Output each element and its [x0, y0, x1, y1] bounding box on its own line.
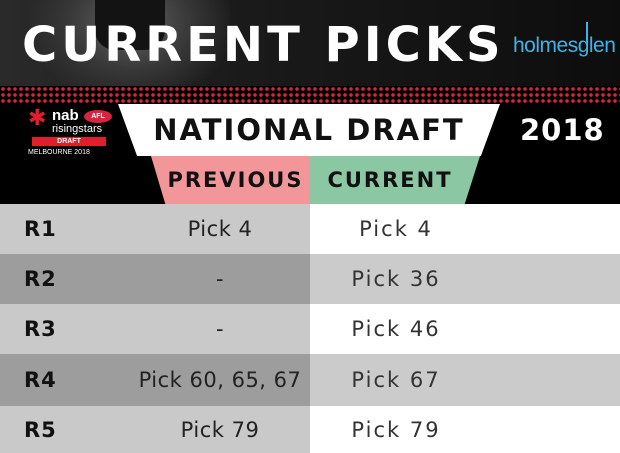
table-row: R2 - Pick 36: [0, 254, 620, 304]
graphic-canvas: CURRENT PICKS holmesglen ✱ nab AFL risin…: [0, 0, 620, 453]
table-row: R5 Pick 79 Pick 79: [0, 406, 620, 453]
header: CURRENT PICKS holmesglen: [0, 0, 620, 88]
star-icon: ✱: [28, 106, 47, 131]
logo-location: MELBOURNE 2018: [28, 149, 90, 156]
draft-logo: ✱ nab AFL risingstars DRAFT MELBOURNE 20…: [22, 106, 114, 158]
table-row: R1 Pick 4 Pick 4: [0, 204, 620, 254]
round-label: R2: [24, 267, 57, 291]
round-label: R3: [24, 317, 57, 341]
brand-mark-icon: [586, 22, 588, 42]
current-pick: Pick 36: [351, 267, 441, 291]
previous-pick: -: [215, 267, 225, 291]
logo-afl: AFL: [84, 110, 112, 123]
logo-risingstars: risingstars: [52, 123, 103, 135]
current-pick: Pick 79: [351, 417, 441, 442]
current-pick: Pick 46: [351, 317, 441, 341]
round-label: R1: [24, 217, 57, 241]
round-label: R5: [24, 417, 57, 442]
table-row: R4 Pick 60, 65, 67 Pick 67: [0, 354, 620, 406]
previous-pick: Pick 60, 65, 67: [138, 368, 302, 392]
table-row: R3 - Pick 46: [0, 304, 620, 354]
previous-pick: -: [215, 317, 225, 341]
round-label: R4: [24, 368, 57, 392]
logo-draft: DRAFT: [32, 137, 106, 146]
banner-year: 2018: [520, 113, 605, 147]
page-title: CURRENT PICKS: [22, 17, 505, 73]
banner-title: NATIONAL DRAFT: [153, 113, 465, 147]
current-column-header: CURRENT: [327, 168, 453, 192]
logo-nab: nab: [52, 107, 79, 124]
brand-logo: holmesglen: [513, 34, 616, 57]
previous-column-header: PREVIOUS: [167, 168, 304, 192]
dotted-stripe: [0, 86, 620, 104]
picks-table: R1 Pick 4 Pick 4 R2 - Pick 36 R3 - Pick …: [0, 204, 620, 453]
current-pick: Pick 67: [351, 368, 441, 392]
current-pick: Pick 4: [359, 217, 433, 241]
previous-pick: Pick 4: [187, 217, 253, 241]
previous-pick: Pick 79: [180, 417, 260, 442]
